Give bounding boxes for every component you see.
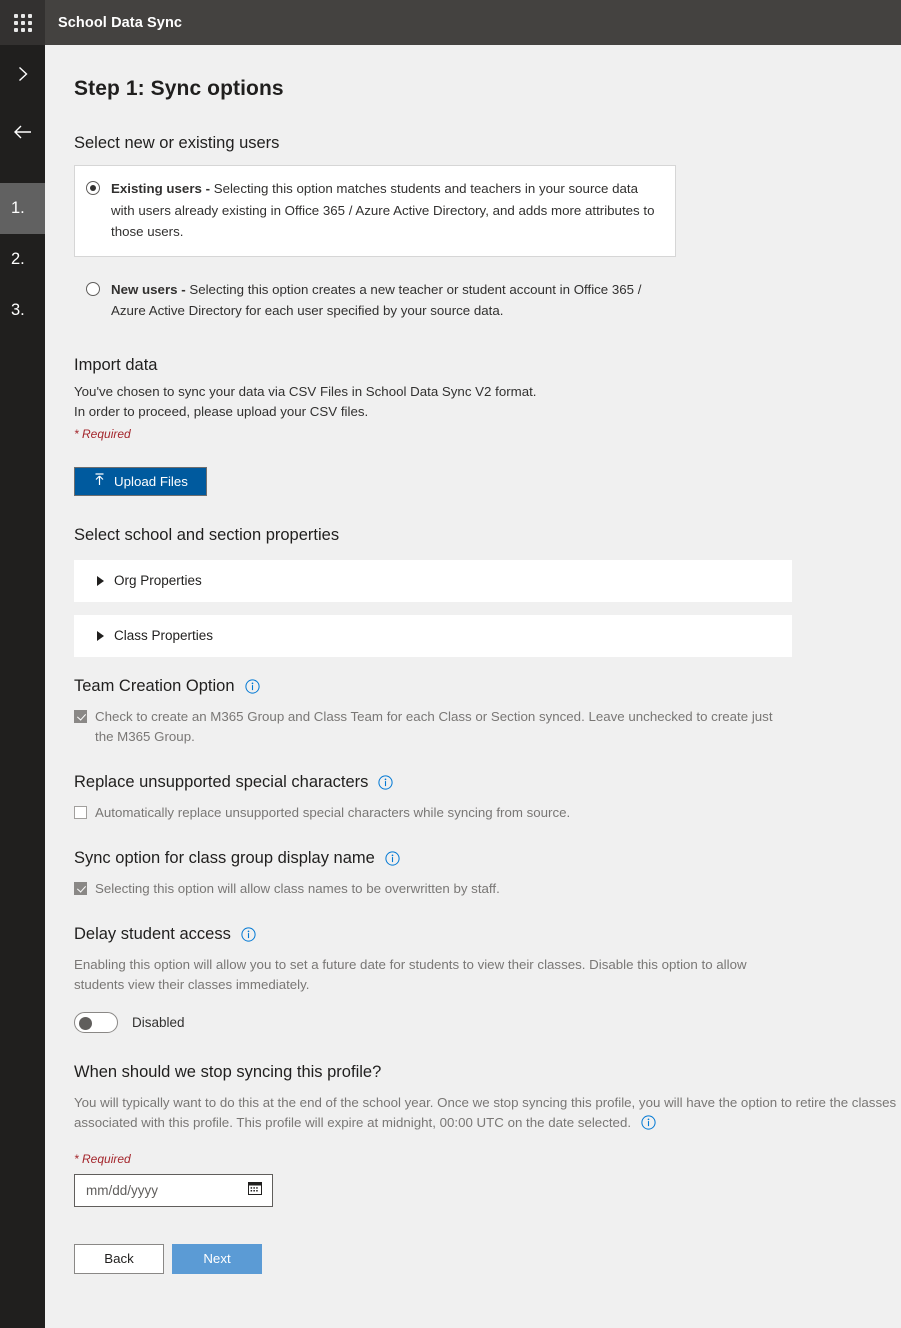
select-users-heading: Select new or existing users bbox=[74, 134, 280, 152]
sidebar-step-1[interactable]: 1. bbox=[0, 183, 45, 234]
left-rail: 1. 2. 3. bbox=[0, 45, 45, 1328]
caret-right-icon bbox=[97, 575, 104, 586]
info-circle-icon[interactable] bbox=[244, 678, 260, 694]
info-circle-icon[interactable] bbox=[241, 926, 256, 942]
delay-student-access-toggle-row: Disabled bbox=[74, 1011, 901, 1033]
radio-new-users[interactable] bbox=[86, 281, 100, 296]
radio-new-users-desc: Selecting this option creates a new teac… bbox=[111, 281, 642, 319]
class-group-display-name-checkbox-row[interactable]: Selecting this option will allow class n… bbox=[74, 879, 901, 899]
page-title: Step 1: Sync options bbox=[74, 77, 284, 100]
school-data-sync-app: School Data Sync 1. 2. 3. Step 1: Sync o… bbox=[0, 0, 901, 1328]
rail-steps: 1. 2. 3. bbox=[0, 183, 45, 336]
main-content: Step 1: Sync options Select new or exist… bbox=[45, 45, 901, 1328]
delay-student-access-heading: Delay student access bbox=[74, 924, 231, 943]
import-data-line-1: You've chosen to sync your data via CSV … bbox=[74, 383, 537, 399]
accordion-class-properties-label: Class Properties bbox=[114, 628, 214, 643]
upload-files-button[interactable]: Upload Files bbox=[74, 466, 207, 496]
special-characters-checkbox-label: Automatically replace unsupported specia… bbox=[95, 804, 571, 820]
team-creation-checkbox-row[interactable]: Check to create an M365 Group and Class … bbox=[74, 707, 792, 747]
stop-syncing-date-field[interactable]: mm/dd/yyyy bbox=[74, 1173, 273, 1207]
class-group-display-name-heading: Sync option for class group display name bbox=[74, 848, 375, 867]
waffle-grid bbox=[13, 13, 32, 32]
next-button[interactable]: Next bbox=[172, 1243, 262, 1274]
team-creation-heading: Team Creation Option bbox=[74, 676, 235, 695]
delay-student-access-toggle[interactable] bbox=[74, 1011, 118, 1033]
sidebar-step-2[interactable]: 2. bbox=[0, 234, 45, 285]
special-characters-checkbox[interactable] bbox=[74, 805, 87, 819]
special-characters-heading: Replace unsupported special characters bbox=[74, 772, 369, 791]
sidebar-step-3[interactable]: 3. bbox=[0, 285, 45, 336]
radio-new-users-title: New users - bbox=[111, 281, 190, 297]
stop-syncing-heading: When should we stop syncing this profile… bbox=[74, 1062, 382, 1081]
sidebar-step-2-label: 2. bbox=[11, 250, 25, 268]
radio-existing-users-title: Existing users - bbox=[111, 181, 214, 196]
radio-existing-users-text: Existing users - Selecting this option m… bbox=[111, 178, 661, 243]
accordion-class-properties[interactable]: Class Properties bbox=[74, 614, 792, 657]
info-circle-icon[interactable] bbox=[641, 1114, 657, 1130]
stop-syncing-required: * Required bbox=[74, 1151, 131, 1166]
radio-option-existing-users[interactable]: Existing users - Selecting this option m… bbox=[74, 165, 676, 257]
wizard-footer: Back Next bbox=[74, 1243, 901, 1274]
arrow-left-icon[interactable] bbox=[0, 103, 45, 161]
team-creation-checkbox[interactable] bbox=[74, 709, 87, 723]
sidebar-step-3-label: 3. bbox=[11, 301, 25, 319]
accordion-org-properties-label: Org Properties bbox=[114, 573, 202, 588]
caret-right-icon bbox=[97, 630, 104, 641]
info-circle-icon[interactable] bbox=[385, 850, 400, 866]
delay-student-access-description: Enabling this option will allow you to s… bbox=[74, 956, 747, 992]
calendar-icon[interactable] bbox=[247, 1180, 263, 1201]
delay-student-access-heading-row: Delay student access bbox=[74, 925, 901, 944]
team-creation-heading-row: Team Creation Option bbox=[74, 677, 901, 696]
radio-existing-users[interactable] bbox=[86, 181, 100, 195]
app-launcher-waffle-icon[interactable] bbox=[0, 0, 45, 45]
upload-arrow-icon bbox=[93, 473, 106, 489]
delay-student-access-toggle-label: Disabled bbox=[132, 1014, 185, 1030]
import-data-required: * Required bbox=[74, 426, 131, 441]
stop-syncing-date-placeholder: mm/dd/yyyy bbox=[86, 1182, 159, 1198]
app-header: School Data Sync bbox=[0, 0, 901, 45]
sidebar-step-1-label: 1. bbox=[11, 199, 25, 217]
special-characters-heading-row: Replace unsupported special characters bbox=[74, 773, 901, 792]
upload-files-label: Upload Files bbox=[114, 473, 188, 489]
class-group-display-name-heading-row: Sync option for class group display name bbox=[74, 849, 901, 868]
toggle-knob bbox=[79, 1016, 92, 1030]
back-button[interactable]: Back bbox=[74, 1243, 164, 1274]
properties-heading: Select school and section properties bbox=[74, 525, 340, 544]
chevron-right-icon[interactable] bbox=[0, 45, 45, 103]
class-group-display-name-checkbox[interactable] bbox=[74, 881, 87, 895]
info-circle-icon[interactable] bbox=[378, 774, 394, 790]
accordion-org-properties[interactable]: Org Properties bbox=[74, 559, 792, 602]
radio-new-users-text: New users - Selecting this option create… bbox=[111, 279, 662, 322]
import-data-heading: Import data bbox=[74, 355, 158, 374]
radio-option-new-users[interactable]: New users - Selecting this option create… bbox=[74, 279, 676, 322]
team-creation-checkbox-label: Check to create an M365 Group and Class … bbox=[95, 708, 773, 744]
class-group-display-name-checkbox-label: Selecting this option will allow class n… bbox=[95, 880, 500, 896]
import-data-line-2: In order to proceed, please upload your … bbox=[74, 403, 369, 419]
special-characters-checkbox-row[interactable]: Automatically replace unsupported specia… bbox=[74, 803, 901, 823]
stop-syncing-description: You will typically want to do this at th… bbox=[74, 1094, 897, 1130]
app-title: School Data Sync bbox=[58, 14, 183, 31]
